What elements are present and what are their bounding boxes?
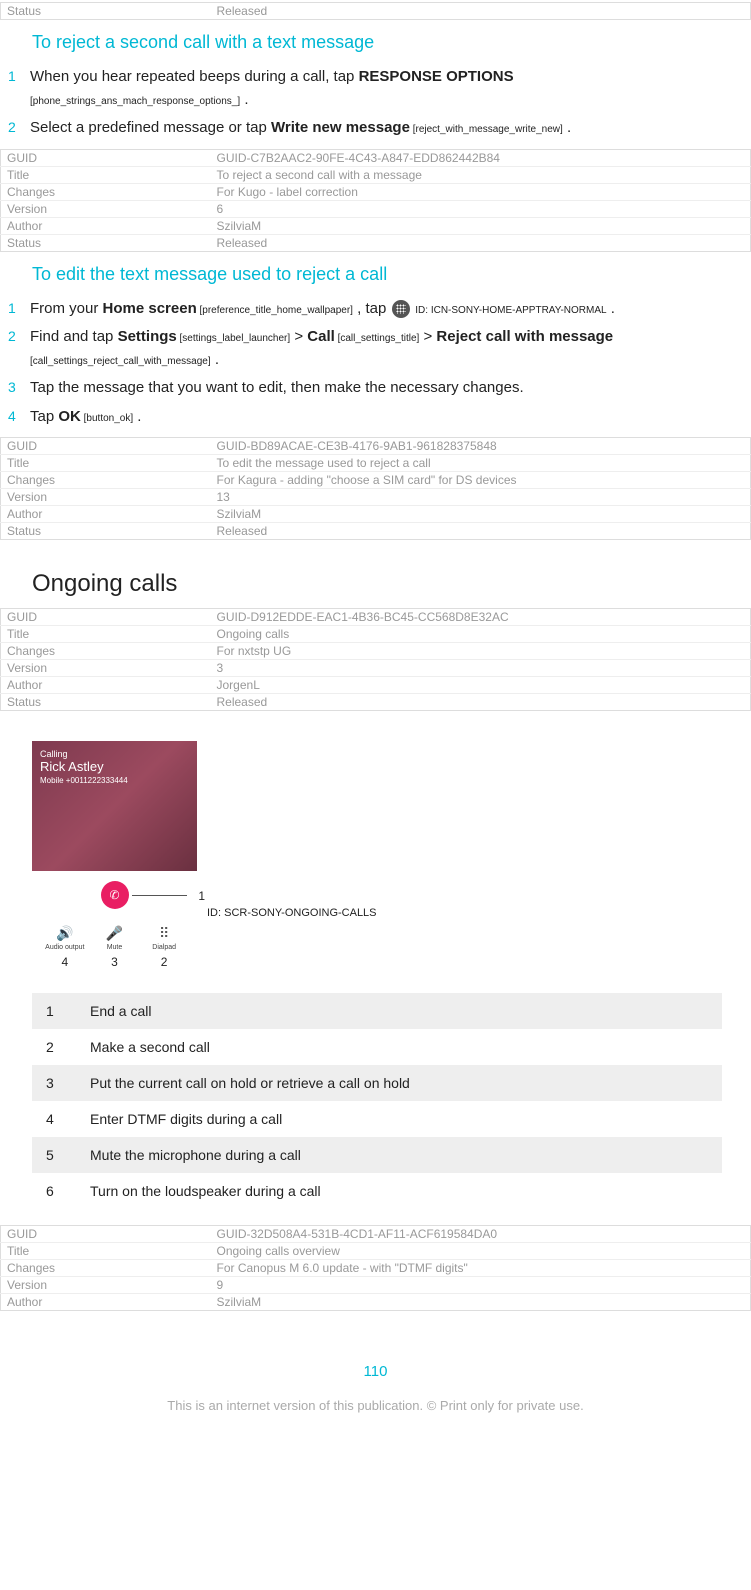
callout-num: 2 (32, 1029, 76, 1065)
call-label: Call (307, 328, 335, 345)
step-number: 1 (8, 66, 30, 87)
call-header: Calling Rick Astley Mobile +001122233344… (32, 741, 197, 871)
step-1: 1 From your Home screen [preference_titl… (8, 295, 743, 324)
callout-text: Make a second call (76, 1029, 722, 1065)
step-text: From your Home screen [preference_title_… (30, 298, 743, 321)
step-3: 3 Tap the message that you want to edit,… (8, 374, 743, 403)
step-number: 2 (8, 117, 30, 138)
callout-text: End a call (76, 993, 722, 1029)
mic-icon: 🎤 (94, 925, 134, 942)
settings-label: Settings (118, 328, 177, 345)
caller-name: Rick Astley (40, 759, 189, 774)
step-text: Select a predefined message or tap Write… (30, 117, 743, 140)
step-text: When you hear repeated beeps during a ca… (30, 66, 743, 111)
string-ref: [reject_with_message_write_new] (410, 124, 563, 135)
table-row: 2Make a second call (32, 1029, 722, 1065)
ongoing-call-screenshot: Calling Rick Astley Mobile +001122233344… (32, 741, 751, 979)
callout-line (132, 895, 187, 896)
steps-reject-second-call: 1 When you hear repeated beeps during a … (0, 63, 751, 147)
callout-text: Enter DTMF digits during a call (76, 1101, 722, 1137)
step-1: 1 When you hear repeated beeps during a … (8, 63, 743, 114)
meta-table-1: GUIDGUID-C7B2AAC2-90FE-4C43-A847-EDD8624… (0, 149, 751, 252)
reject-call-with-message-label: Reject call with message (436, 328, 613, 345)
callout-number: 2 (144, 955, 184, 969)
phone-frame: Calling Rick Astley Mobile +001122233344… (32, 741, 197, 979)
callout-numbers-row: 4 3 2 (32, 955, 197, 973)
dialpad-button: ⠿Dialpad (144, 925, 184, 951)
meta-value: Released (211, 3, 751, 20)
mute-button: 🎤Mute (94, 925, 134, 951)
step-4: 4 Tap OK [button_ok] . (8, 403, 743, 432)
calling-label: Calling (40, 749, 189, 759)
step-2: 2 Select a predefined message or tap Wri… (8, 114, 743, 143)
step-number: 3 (8, 377, 30, 398)
section-heading-edit-reject-text: To edit the text message used to reject … (0, 254, 751, 295)
callout-text: Mute the microphone during a call (76, 1137, 722, 1173)
page-number: 110 (0, 1363, 751, 1380)
string-ref: [phone_strings_ans_mach_response_options… (30, 96, 240, 107)
meta-table-top: Status Released (0, 2, 751, 20)
callout-number: 3 (94, 955, 134, 969)
home-screen-label: Home screen (103, 300, 197, 317)
callout-num: 6 (32, 1173, 76, 1209)
step-text: Tap OK [button_ok] . (30, 406, 743, 429)
apptray-icon (392, 300, 410, 318)
section-heading-reject-second-call: To reject a second call with a text mess… (0, 22, 751, 63)
heading-ongoing-calls: Ongoing calls (0, 542, 751, 606)
end-call-icon: ✆ (101, 881, 129, 909)
callout-text: Put the current call on hold or retrieve… (76, 1065, 722, 1101)
write-new-message-label: Write new message (271, 119, 410, 136)
table-row: 3Put the current call on hold or retriev… (32, 1065, 722, 1101)
step-2: 2 Find and tap Settings [settings_label_… (8, 323, 743, 374)
meta-label: Status (1, 3, 211, 20)
meta-table-4: GUIDGUID-32D508A4-531B-4CD1-AF11-ACF6195… (0, 1225, 751, 1311)
table-row: 4Enter DTMF digits during a call (32, 1101, 722, 1137)
table-row: 1End a call (32, 993, 722, 1029)
callout-number: 1 (198, 889, 205, 903)
response-options-label: RESPONSE OPTIONS (359, 68, 514, 85)
image-id-label: ID: SCR-SONY-ONGOING-CALLS (207, 907, 377, 979)
footer-disclaimer: This is an internet version of this publ… (0, 1398, 751, 1413)
meta-table-3: GUIDGUID-D912EDDE-EAC1-4B36-BC45-CC568D8… (0, 608, 751, 711)
step-number: 2 (8, 326, 30, 347)
callout-num: 5 (32, 1137, 76, 1173)
callout-num: 4 (32, 1101, 76, 1137)
caller-number: Mobile +0011222333444 (40, 776, 189, 785)
step-text: Tap the message that you want to edit, t… (30, 377, 743, 400)
callout-num: 1 (32, 993, 76, 1029)
speaker-icon: 🔊 (45, 925, 85, 942)
step-number: 1 (8, 298, 30, 319)
step-number: 4 (8, 406, 30, 427)
dialpad-icon: ⠿ (144, 925, 184, 942)
icon-id: ID: ICN-SONY-HOME-APPTRAY-NORMAL (412, 305, 606, 316)
callout-num: 3 (32, 1065, 76, 1101)
table-row: 6Turn on the loudspeaker during a call (32, 1173, 722, 1209)
callout-legend-table: 1End a call 2Make a second call 3Put the… (32, 993, 722, 1209)
table-row: 5Mute the microphone during a call (32, 1137, 722, 1173)
ok-label: OK (58, 408, 81, 425)
meta-table-2: GUIDGUID-BD89ACAE-CE3B-4176-9AB1-9618283… (0, 437, 751, 540)
call-controls: ✆ 1 🔊Audio output 🎤Mute ⠿Dialpad 4 3 2 (32, 871, 197, 979)
callout-text: Turn on the loudspeaker during a call (76, 1173, 722, 1209)
callout-number: 4 (45, 955, 85, 969)
steps-edit-reject-text: 1 From your Home screen [preference_titl… (0, 295, 751, 436)
step-text: Find and tap Settings [settings_label_la… (30, 326, 743, 371)
audio-output-button: 🔊Audio output (45, 925, 85, 951)
